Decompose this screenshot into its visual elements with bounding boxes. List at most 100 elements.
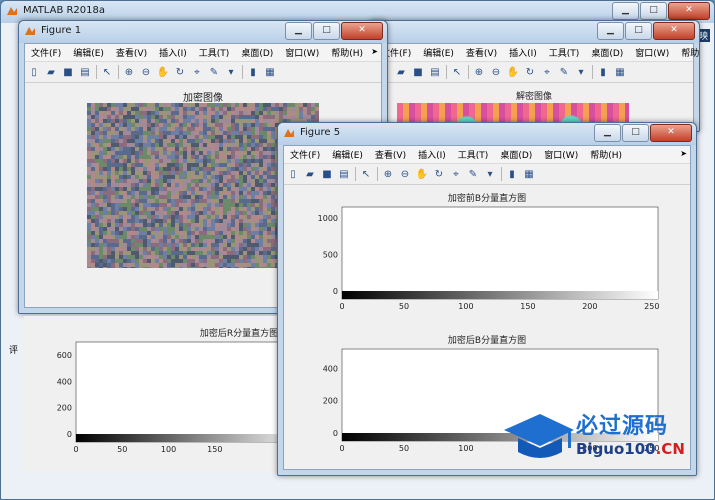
- rotate-icon[interactable]: ↻: [523, 65, 537, 79]
- noise-pixel: [155, 239, 159, 243]
- noise-pixel: [87, 143, 91, 147]
- open-icon[interactable]: ▰: [44, 65, 58, 79]
- noise-pixel: [219, 215, 223, 219]
- data-cursor-icon[interactable]: ⌖: [190, 65, 204, 79]
- colorbar-icon[interactable]: ▮: [505, 167, 519, 181]
- zoom-in-icon[interactable]: ⊕: [472, 65, 486, 79]
- menu-help[interactable]: 帮助(H): [584, 148, 628, 161]
- print-icon[interactable]: ▤: [337, 167, 351, 181]
- zoom-out-icon[interactable]: ⊖: [398, 167, 412, 181]
- menu-edit[interactable]: 编辑(E): [417, 46, 460, 59]
- legend-icon[interactable]: ▦: [263, 65, 277, 79]
- save-icon[interactable]: ■: [61, 65, 75, 79]
- legend-icon[interactable]: ▦: [613, 65, 627, 79]
- noise-pixel: [247, 251, 251, 255]
- menu-file[interactable]: 文件(F): [25, 46, 67, 59]
- close-button[interactable]: ✕: [668, 2, 710, 20]
- menu-insert[interactable]: 插入(I): [412, 148, 452, 161]
- brush-icon[interactable]: ✎: [466, 167, 480, 181]
- close-button[interactable]: ✕: [653, 22, 695, 40]
- maximize-button[interactable]: □: [313, 22, 340, 40]
- close-button[interactable]: ✕: [650, 124, 692, 142]
- zoom-out-icon[interactable]: ⊖: [139, 65, 153, 79]
- data-cursor-icon[interactable]: ⌖: [540, 65, 554, 79]
- noise-pixel: [251, 199, 255, 203]
- noise-pixel: [107, 235, 111, 239]
- colorbar-icon[interactable]: ▮: [596, 65, 610, 79]
- noise-pixel: [203, 227, 207, 231]
- zoom-out-icon[interactable]: ⊖: [489, 65, 503, 79]
- colorbar-icon[interactable]: ▮: [246, 65, 260, 79]
- dropdown-icon[interactable]: ▾: [574, 65, 588, 79]
- close-button[interactable]: ✕: [341, 22, 383, 40]
- zoom-in-icon[interactable]: ⊕: [122, 65, 136, 79]
- menu-tools[interactable]: 工具(T): [452, 148, 495, 161]
- pointer-icon[interactable]: ↖: [100, 65, 114, 79]
- pan-icon[interactable]: ✋: [156, 65, 170, 79]
- pointer-icon[interactable]: ↖: [359, 167, 373, 181]
- menu-insert[interactable]: 插入(I): [153, 46, 193, 59]
- data-cursor-icon[interactable]: ⌖: [449, 167, 463, 181]
- menu-insert[interactable]: 插入(I): [503, 46, 543, 59]
- pan-icon[interactable]: ✋: [415, 167, 429, 181]
- dropdown-icon[interactable]: ▾: [224, 65, 238, 79]
- noise-pixel: [267, 259, 271, 263]
- print-icon[interactable]: ▤: [78, 65, 92, 79]
- menu-edit[interactable]: 编辑(E): [326, 148, 369, 161]
- menu-window[interactable]: 窗口(W): [279, 46, 325, 59]
- brush-icon[interactable]: ✎: [557, 65, 571, 79]
- menu-overflow-icon[interactable]: ➤: [680, 149, 687, 158]
- menu-view[interactable]: 查看(V): [369, 148, 412, 161]
- menu-help[interactable]: 帮助(H): [325, 46, 369, 59]
- noise-pixel: [271, 151, 275, 155]
- menu-edit[interactable]: 编辑(E): [67, 46, 110, 59]
- maximize-button[interactable]: □: [640, 2, 667, 20]
- menu-view[interactable]: 查看(V): [110, 46, 153, 59]
- menu-tools[interactable]: 工具(T): [543, 46, 586, 59]
- noise-pixel: [191, 131, 195, 135]
- rotate-icon[interactable]: ↻: [173, 65, 187, 79]
- open-icon[interactable]: ▰: [394, 65, 408, 79]
- minimize-button[interactable]: ▁: [612, 2, 639, 20]
- figure-back-window[interactable]: ▁ □ ✕ 文件(F) 编辑(E) 查看(V) 插入(I) 工具(T) 桌面(D…: [368, 20, 700, 132]
- menu-tools[interactable]: 工具(T): [193, 46, 236, 59]
- menu-overflow-icon[interactable]: ➤: [371, 47, 378, 56]
- dropdown-icon[interactable]: ▾: [483, 167, 497, 181]
- minimize-button[interactable]: ▁: [285, 22, 312, 40]
- noise-pixel: [119, 111, 123, 115]
- noise-pixel: [239, 191, 243, 195]
- menu-desktop[interactable]: 桌面(D): [585, 46, 629, 59]
- save-icon[interactable]: ■: [320, 167, 334, 181]
- minimize-button[interactable]: ▁: [594, 124, 621, 142]
- noise-pixel: [271, 223, 275, 227]
- legend-icon[interactable]: ▦: [522, 167, 536, 181]
- menu-window[interactable]: 窗口(W): [538, 148, 584, 161]
- save-icon[interactable]: ■: [411, 65, 425, 79]
- new-icon[interactable]: ▯: [27, 65, 41, 79]
- brush-icon[interactable]: ✎: [207, 65, 221, 79]
- print-icon[interactable]: ▤: [428, 65, 442, 79]
- new-icon[interactable]: ▯: [286, 167, 300, 181]
- noise-pixel: [163, 127, 167, 131]
- open-icon[interactable]: ▰: [303, 167, 317, 181]
- maximize-button[interactable]: □: [625, 22, 652, 40]
- pointer-icon[interactable]: ↖: [450, 65, 464, 79]
- maximize-button[interactable]: □: [622, 124, 649, 142]
- menu-desktop[interactable]: 桌面(D): [235, 46, 279, 59]
- menu-desktop[interactable]: 桌面(D): [494, 148, 538, 161]
- minimize-button[interactable]: ▁: [597, 22, 624, 40]
- zoom-in-icon[interactable]: ⊕: [381, 167, 395, 181]
- rotate-icon[interactable]: ↻: [432, 167, 446, 181]
- menu-file[interactable]: 文件(F): [284, 148, 326, 161]
- noise-pixel: [171, 163, 175, 167]
- menu-view[interactable]: 查看(V): [460, 46, 503, 59]
- menu-window[interactable]: 窗口(W): [629, 46, 675, 59]
- noise-pixel: [255, 111, 259, 115]
- pan-icon[interactable]: ✋: [506, 65, 520, 79]
- noise-pixel: [167, 115, 171, 119]
- noise-pixel: [239, 219, 243, 223]
- menu-help[interactable]: 帮助(H): [675, 46, 699, 59]
- noise-pixel: [163, 195, 167, 199]
- noise-pixel: [223, 207, 227, 211]
- noise-pixel: [179, 199, 183, 203]
